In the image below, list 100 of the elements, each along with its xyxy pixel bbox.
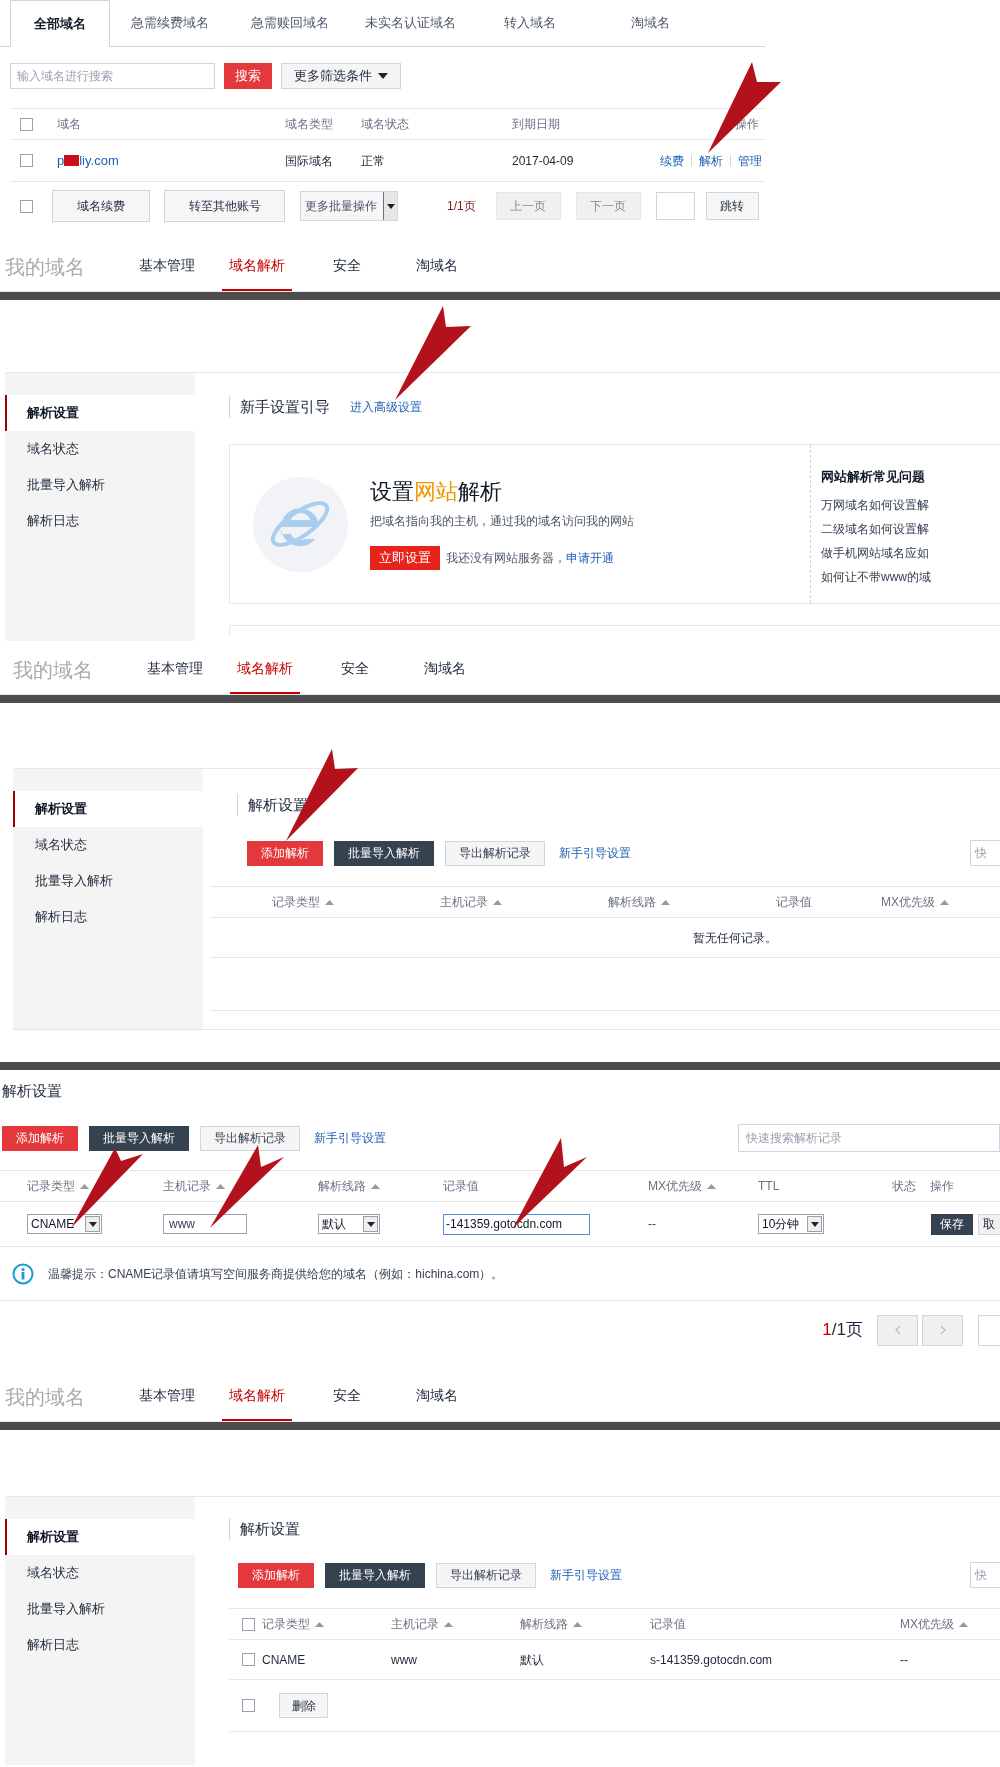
tab[interactable]: 急需续费域名: [110, 0, 230, 46]
column-header[interactable]: 状态: [892, 1177, 916, 1195]
filter-button[interactable]: 更多筛选条件: [281, 63, 401, 89]
sidebar-item[interactable]: 解析日志: [13, 899, 203, 935]
action-button[interactable]: 添加解析: [247, 840, 323, 866]
nav-tab[interactable]: 安全: [312, 242, 382, 291]
tab[interactable]: 淘域名: [590, 0, 710, 46]
tab[interactable]: 转入域名: [470, 0, 590, 46]
column-header[interactable]: 记录值: [443, 1177, 479, 1195]
guide-link[interactable]: 新手引导设置: [559, 844, 631, 862]
checkbox[interactable]: [242, 1699, 255, 1712]
page-field[interactable]: [978, 1314, 1000, 1346]
column-header[interactable]: 记录类型: [262, 1615, 324, 1633]
tab[interactable]: 全部域名: [10, 0, 110, 47]
action-button[interactable]: 批量导入解析: [89, 1125, 189, 1151]
caret-icon: [810, 1221, 819, 1227]
column-header[interactable]: MX优先级: [648, 1177, 716, 1195]
tab[interactable]: 未实名认证域名: [350, 0, 470, 46]
next-page-button[interactable]: [922, 1314, 963, 1346]
sidebar-item[interactable]: 批量导入解析: [5, 467, 195, 503]
action-link[interactable]: 解析: [699, 151, 723, 170]
nav-tab[interactable]: 基本管理: [132, 1372, 202, 1421]
action-button[interactable]: 批量导入解析: [325, 1562, 425, 1588]
action-button[interactable]: 导出解析记录: [200, 1125, 300, 1151]
page-title: 我的域名: [12, 657, 94, 683]
column-header[interactable]: 解析线路: [318, 1177, 380, 1195]
action-link[interactable]: 续费: [660, 151, 684, 170]
type-select[interactable]: CNAME: [27, 1214, 102, 1234]
jump-button[interactable]: 跳转: [705, 192, 759, 220]
column-header[interactable]: 记录值: [776, 893, 812, 911]
faq-link[interactable]: 二级域名如何设置解: [821, 516, 1000, 541]
sort-icon: [325, 899, 334, 905]
batch-button[interactable]: 域名续费: [52, 190, 150, 222]
column-header[interactable]: TTL: [758, 1177, 780, 1195]
host-field[interactable]: www: [163, 1214, 247, 1234]
action-button[interactable]: 批量导入解析: [334, 840, 434, 866]
cancel-button[interactable]: 取: [978, 1213, 1000, 1235]
sidebar-item[interactable]: 批量导入解析: [13, 863, 203, 899]
column-header[interactable]: 解析线路: [608, 893, 670, 911]
column-header[interactable]: 主机记录: [440, 893, 502, 911]
ttl-select[interactable]: 10分钟: [758, 1214, 824, 1234]
table-cell-text: 国际域名: [285, 152, 334, 170]
value-field[interactable]: -141359.gotocdn.com: [443, 1213, 590, 1235]
domain-link[interactable]: p liy.com: [57, 150, 119, 171]
tab[interactable]: 急需赎回域名: [230, 0, 350, 46]
column-header[interactable]: 记录值: [650, 1615, 686, 1633]
batch-button[interactable]: 转至其他账号: [164, 190, 285, 222]
action-link[interactable]: 管理: [738, 151, 762, 170]
table-cell-text: CNAME: [262, 1651, 307, 1669]
action-button[interactable]: 导出解析记录: [436, 1562, 536, 1588]
chevron-right-icon: [939, 1325, 946, 1335]
checkbox[interactable]: [20, 199, 33, 213]
column-header[interactable]: 记录类型: [27, 1177, 89, 1195]
checkbox[interactable]: [20, 154, 33, 167]
column-header[interactable]: 记录类型: [272, 893, 334, 911]
nav-tab[interactable]: 安全: [320, 645, 390, 694]
delete-button[interactable]: 删除: [279, 1693, 328, 1718]
action-button[interactable]: 导出解析记录: [445, 840, 545, 866]
column-header[interactable]: 主机记录: [163, 1177, 225, 1195]
action-button[interactable]: 添加解析: [238, 1562, 314, 1588]
search-button[interactable]: 搜索: [224, 63, 272, 89]
nav-tab[interactable]: 安全: [312, 1372, 382, 1421]
faq-link[interactable]: 做手机网站域名应如: [821, 540, 1000, 565]
batch-select[interactable]: 更多批量操作: [300, 191, 398, 221]
sidebar-item[interactable]: 解析设置: [13, 791, 203, 827]
column-header[interactable]: MX优先级: [900, 1615, 968, 1633]
nav-tab[interactable]: 基本管理: [140, 645, 210, 694]
nav-tab[interactable]: 基本管理: [132, 242, 202, 291]
apply-link[interactable]: 申请开通: [566, 551, 614, 565]
sort-icon: [940, 899, 949, 905]
page-field[interactable]: [655, 192, 695, 220]
sidebar-item[interactable]: 解析日志: [5, 1627, 195, 1663]
setup-button[interactable]: 立即设置: [370, 546, 440, 570]
action-button[interactable]: 添加解析: [2, 1125, 78, 1151]
column-header[interactable]: 主机记录: [391, 1615, 453, 1633]
prev-page-button[interactable]: [877, 1314, 918, 1346]
page-title: 我的域名: [4, 1384, 86, 1410]
checkbox[interactable]: [242, 1617, 255, 1631]
sidebar-item[interactable]: 批量导入解析: [5, 1591, 195, 1627]
column-header[interactable]: 操作: [930, 1177, 954, 1195]
sidebar-item[interactable]: 解析日志: [5, 503, 195, 539]
advanced-settings-link[interactable]: 进入高级设置: [350, 398, 422, 416]
checkbox[interactable]: [242, 1653, 255, 1666]
nav-tab[interactable]: 淘域名: [402, 242, 472, 291]
checkbox[interactable]: [20, 117, 33, 131]
sidebar-item[interactable]: 解析设置: [5, 1519, 195, 1555]
column-header[interactable]: MX优先级: [881, 893, 949, 911]
guide-link[interactable]: 新手引导设置: [314, 1129, 386, 1147]
faq-link[interactable]: 如何让不带www的域: [821, 564, 1000, 589]
column-header[interactable]: 解析线路: [520, 1615, 582, 1633]
guide-link[interactable]: 新手引导设置: [550, 1566, 622, 1584]
faq-link[interactable]: 万网域名如何设置解: [821, 492, 1000, 517]
save-button[interactable]: 保存: [931, 1213, 973, 1235]
sidebar-item[interactable]: 解析设置: [5, 395, 195, 431]
line-select[interactable]: 默认: [318, 1214, 380, 1234]
sidebar-item[interactable]: 域名状态: [13, 827, 203, 863]
sidebar-item[interactable]: 域名状态: [5, 431, 195, 467]
sidebar-item[interactable]: 域名状态: [5, 1555, 195, 1591]
nav-tab[interactable]: 淘域名: [410, 645, 480, 694]
nav-tab[interactable]: 淘域名: [402, 1372, 472, 1421]
